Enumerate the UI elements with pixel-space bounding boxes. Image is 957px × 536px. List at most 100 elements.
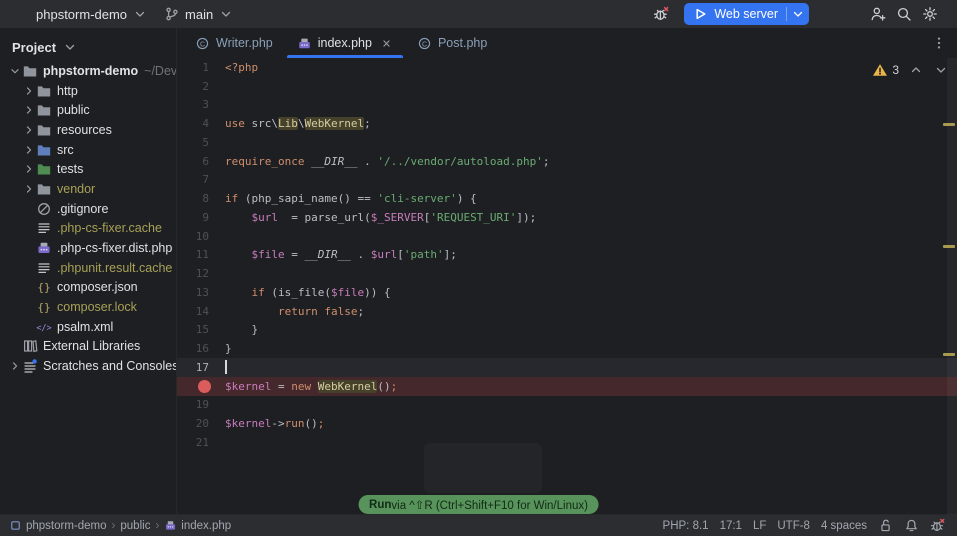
gutter-cell[interactable]: 5 [177,136,223,149]
tree-item-external-libraries[interactable]: External Libraries [0,337,176,357]
settings-button[interactable] [917,2,943,26]
status-encoding[interactable]: UTF-8 [777,520,810,532]
tree-item--phpunit-result-cache[interactable]: .phpunit.result.cache [0,258,176,278]
gutter-cell[interactable]: 12 [177,267,223,280]
status-php-version[interactable]: PHP: 8.1 [663,520,709,532]
vcs-branch-selector[interactable]: main [158,4,240,24]
project-panel-title: Project [12,39,57,55]
chevron-right-icon[interactable] [22,84,36,98]
tree-item--php-cs-fixer-cache[interactable]: .php-cs-fixer.cache [0,219,176,239]
notifications-button[interactable] [904,518,919,533]
gutter-cell[interactable]: 7 [177,173,223,186]
gutter-cell[interactable]: 10 [177,230,223,243]
gutter-cell[interactable]: 8 [177,192,223,205]
code-line-content[interactable]: use src\Lib\WebKernel; [223,117,371,131]
tree-item-scratches-and-consoles[interactable]: Scratches and Consoles [0,356,176,376]
gutter-cell[interactable]: 11 [177,248,223,261]
status-line-ending[interactable]: LF [753,520,766,532]
gutter-cell[interactable]: 3 [177,98,223,111]
braces-icon: {} [36,279,52,295]
status-indent-style[interactable]: 4 spaces [821,520,867,532]
breadcrumb-phpstorm-demo[interactable]: phpstorm-demo [9,519,107,532]
code-with-me-button[interactable] [865,2,891,26]
code-line-content[interactable]: } [223,323,258,336]
readonly-toggle[interactable] [878,518,893,533]
tree-item-src[interactable]: src [0,140,176,160]
code-line-content[interactable]: return false; [223,305,364,318]
breakpoint-icon[interactable] [198,379,211,393]
tree-item-composer-json[interactable]: {} composer.json [0,278,176,298]
gutter-cell[interactable]: 15 [177,323,223,336]
gutter-cell[interactable]: 20 [177,417,223,430]
editor-scrollbar[interactable] [947,58,957,515]
gutter-cell[interactable]: 13 [177,286,223,299]
tab-index-php[interactable]: index.php [285,28,405,58]
status-caret-position[interactable]: 17:1 [720,520,742,532]
code-line-content[interactable]: $url = parse_url($_SERVER['REQUEST_URI']… [223,211,537,224]
tree-item-composer-lock[interactable]: {} composer.lock [0,297,176,317]
run-hint-action: Run [369,498,392,511]
tab-Writer-php[interactable]: C Writer.php [183,28,285,58]
tree-item-http[interactable]: http [0,81,176,101]
gutter-cell[interactable]: 21 [177,436,223,449]
code-line-content[interactable] [223,360,227,375]
code-token: WebKernel [304,117,365,131]
project-selector[interactable]: phpstorm-demo [30,4,154,24]
project-panel-header[interactable]: Project [0,28,176,61]
chevron-right-icon[interactable] [22,123,36,137]
gutter-cell[interactable]: 6 [177,155,223,168]
warning-stripe-mark[interactable] [943,123,955,126]
code-line-content[interactable]: $kernel->run(); [223,417,324,430]
tree-item-psalm-xml[interactable]: </> psalm.xml [0,317,176,337]
code-line-content[interactable]: } [223,342,232,355]
chevron-right-icon[interactable] [22,182,36,196]
code-line-content[interactable]: if (is_file($file)) { [223,286,391,299]
tree-item-phpstorm-demo[interactable]: phpstorm-demo ~/Dev/p [0,61,176,81]
code-line-content[interactable]: <?php [223,61,258,74]
gutter-cell[interactable]: 1 [177,61,223,74]
tree-item-vendor[interactable]: vendor [0,179,176,199]
tree-item-tests[interactable]: tests [0,159,176,179]
code-line-content[interactable]: $kernel = new WebKernel(); [223,379,397,393]
code-line-content[interactable]: require_once __DIR__ . '/../vendor/autol… [223,155,550,168]
php-file-icon [164,519,177,532]
gutter-cell[interactable]: 4 [177,117,223,130]
breadcrumb-public[interactable]: public [120,520,150,532]
gutter-cell[interactable]: 16 [177,342,223,355]
tab-Post-php[interactable]: C Post.php [405,28,499,58]
gutter-cell[interactable]: 19 [177,398,223,411]
prev-problem-button[interactable] [908,62,924,78]
tree-item--gitignore[interactable]: .gitignore [0,199,176,219]
search-everywhere-button[interactable] [891,2,917,26]
chevron-right-icon[interactable] [8,359,22,373]
close-icon[interactable] [380,37,393,50]
breadcrumb-index-php[interactable]: index.php [164,519,231,532]
chevron-right-icon[interactable] [22,103,36,117]
chevron-right-icon[interactable] [22,162,36,176]
code-line-content[interactable]: if (php_sapi_name() == 'cli-server') { [223,192,477,205]
run-options-chevron[interactable] [787,3,809,25]
inspections-widget[interactable]: 3 [872,62,949,78]
tab-options-button[interactable] [931,28,957,58]
tree-item-label: psalm.xml [57,319,114,334]
gutter-cell[interactable]: 14 [177,305,223,318]
breakpoint-gutter[interactable] [177,379,223,393]
warning-stripe-mark[interactable] [943,245,955,248]
gutter-cell[interactable]: 2 [177,80,223,93]
chevron-down-icon[interactable] [8,64,22,78]
tree-item--php-cs-fixer-dist-php[interactable]: .php-cs-fixer.dist.php [0,238,176,258]
code-token: __DIR__ [304,248,351,262]
run-configuration-button[interactable]: Web server [684,3,809,25]
debug-listener-toggle[interactable] [648,2,674,26]
chevron-right-icon[interactable] [22,143,36,157]
debug-listener-toggle[interactable] [930,518,945,533]
code-line-content[interactable]: $file = __DIR__ . $url['path']; [223,248,457,261]
code-token: )) { [364,285,391,299]
tree-item-public[interactable]: public [0,100,176,120]
code-editor[interactable]: 1 <?php 2 3 4 use src\Lib\WebKernel; 5 6 require… [177,58,957,515]
warning-stripe-mark[interactable] [943,353,955,356]
next-problem-button[interactable] [933,62,949,78]
gutter-cell[interactable]: 9 [177,211,223,224]
gutter-cell[interactable]: 17 [177,361,223,374]
tree-item-resources[interactable]: resources [0,120,176,140]
